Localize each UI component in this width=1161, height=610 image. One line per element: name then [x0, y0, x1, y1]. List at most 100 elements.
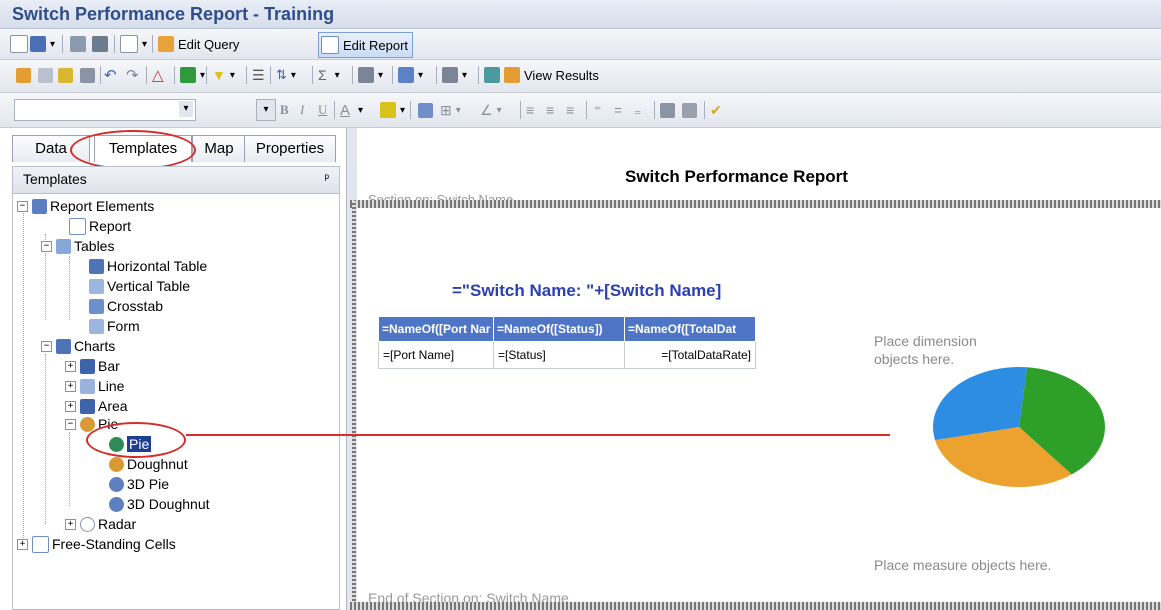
calculation-icon[interactable]: ▾ — [358, 64, 383, 86]
redo-icon[interactable]: ↷ — [126, 64, 139, 86]
pie-chart[interactable] — [930, 364, 1108, 490]
tree-node-report-elements[interactable]: − Report Elements — [17, 196, 154, 216]
tab-map[interactable]: Map — [192, 135, 246, 162]
tree-node-form[interactable]: Form — [89, 316, 140, 336]
expand-icon[interactable]: + — [65, 400, 76, 412]
new-document-icon[interactable] — [10, 33, 32, 55]
annotation-circle-pie — [86, 422, 186, 458]
tree-node-3d-pie[interactable]: 3D Pie — [109, 474, 169, 494]
formula-icon[interactable] — [38, 68, 53, 83]
table-header-total-data-rate[interactable]: =NameOf([TotalDat — [624, 316, 756, 342]
3d-doughnut-icon — [109, 496, 124, 512]
format-painter-icon[interactable] — [682, 103, 697, 118]
borders-icon[interactable] — [418, 103, 433, 118]
tab-properties[interactable]: Properties — [244, 135, 336, 162]
align-right-icon[interactable]: ≡ — [566, 99, 574, 121]
insert-table-icon[interactable]: ▾ — [398, 64, 423, 86]
clear-format-icon[interactable]: ✔ — [710, 99, 722, 121]
table-borders-icon[interactable]: ⊞ ▾ — [440, 99, 461, 121]
crosstab-icon — [89, 298, 104, 314]
font-name-dropdown[interactable]: ▾ — [14, 99, 196, 121]
tree-node-vertical-table[interactable]: Vertical Table — [89, 276, 190, 296]
edit-report-button[interactable]: Edit Report — [318, 32, 414, 58]
edit-query-button[interactable]: Edit Query — [158, 33, 239, 55]
expand-icon[interactable]: + — [65, 518, 76, 530]
break-icon[interactable]: ☰ — [252, 64, 265, 86]
switch-name-cell[interactable]: ="Switch Name: "+[Switch Name] — [452, 281, 721, 301]
dropdown-arrow-icon[interactable]: ▾ — [50, 33, 55, 55]
turn-to-icon[interactable]: ▾ — [442, 64, 467, 86]
merge-icon[interactable] — [80, 68, 95, 83]
table-cell-total-data-rate[interactable]: =[TotalDataRate] — [624, 341, 756, 369]
pin-icon[interactable]: ᵖ — [324, 171, 329, 185]
bold-button[interactable]: B — [280, 99, 289, 121]
collapse-icon[interactable]: − — [65, 418, 76, 430]
section-left-border[interactable] — [352, 201, 356, 605]
sum-icon[interactable]: Σ ▾ — [318, 64, 340, 86]
query-icon — [158, 36, 174, 52]
tree-node-charts[interactable]: − Charts — [41, 336, 115, 356]
horizontal-table[interactable]: =NameOf([Port Nar =NameOf([Status]) =Nam… — [378, 316, 756, 369]
find-icon[interactable] — [92, 33, 112, 55]
tree-node-bar[interactable]: + Bar — [65, 356, 120, 376]
tree-node-free-standing-cells[interactable]: + Free-Standing Cells — [17, 534, 176, 554]
tree-node-crosstab[interactable]: Crosstab — [89, 296, 163, 316]
tree-node-tables[interactable]: − Tables — [41, 236, 114, 256]
table-header-status[interactable]: =NameOf([Status]) — [493, 316, 625, 342]
print-icon[interactable] — [70, 33, 90, 55]
filter-icon[interactable]: ▼ ▾ — [212, 64, 235, 86]
variable-icon[interactable] — [58, 68, 73, 83]
tree-node-3d-doughnut[interactable]: 3D Doughnut — [109, 494, 210, 514]
tree-node-report[interactable]: Report — [69, 216, 131, 236]
underline-button[interactable]: U — [318, 99, 327, 121]
align-top-icon[interactable]: ⁼ — [594, 99, 601, 121]
tree-node-radar[interactable]: + Radar — [65, 514, 136, 534]
italic-button[interactable]: I — [300, 99, 304, 121]
collapse-icon[interactable]: − — [41, 340, 52, 352]
collapse-icon[interactable]: − — [17, 200, 28, 212]
ranking-icon[interactable]: ▾ — [180, 64, 205, 86]
font-color-button[interactable]: A — [340, 99, 350, 121]
table-header-port-name[interactable]: =NameOf([Port Nar — [378, 316, 494, 342]
dimension-drop-zone[interactable]: Place dimension objects here. — [874, 332, 994, 368]
chevron-down-icon: ▾ — [179, 101, 193, 117]
save-icon[interactable] — [30, 33, 50, 55]
align-bottom-icon[interactable]: ₌ — [634, 99, 641, 121]
tables-icon — [56, 238, 71, 254]
collapse-icon[interactable]: − — [41, 240, 52, 252]
charts-icon — [56, 338, 71, 354]
horizontal-table-icon — [89, 258, 104, 274]
tree-node-horizontal-table[interactable]: Horizontal Table — [89, 256, 207, 276]
expand-icon[interactable]: + — [65, 380, 76, 392]
expand-icon[interactable]: + — [65, 360, 76, 372]
fill-color-icon[interactable]: ▾ — [380, 99, 405, 121]
section-end-border[interactable] — [350, 602, 1161, 610]
line-style-icon[interactable]: ∠ ▾ — [480, 99, 502, 121]
standard-toolbar: ▾ ▾ Edit Query Edit Report — [0, 29, 1161, 60]
wrap-text-icon[interactable] — [660, 103, 675, 118]
section-start-border[interactable] — [350, 200, 1161, 208]
measure-drop-zone[interactable]: Place measure objects here. — [874, 556, 1051, 574]
alerter-icon[interactable]: △ — [152, 64, 164, 86]
tree-node-line[interactable]: + Line — [65, 376, 124, 396]
undo-icon[interactable]: ↶ — [104, 64, 117, 86]
table-cell-status[interactable]: =[Status] — [493, 341, 625, 369]
templates-panel-header: Templates ᵖ — [12, 166, 340, 194]
insert-cell-icon[interactable] — [16, 68, 31, 83]
vertical-table-icon — [89, 278, 104, 294]
annotation-arrow-line — [186, 434, 890, 436]
table-cell-port-name[interactable]: =[Port Name] — [378, 341, 494, 369]
tree-node-area[interactable]: + Area — [65, 396, 128, 416]
align-middle-icon[interactable]: = — [614, 99, 622, 121]
refresh-icon[interactable] — [484, 64, 504, 86]
font-size-dropdown[interactable]: ▾ — [256, 99, 276, 121]
expand-icon[interactable]: + — [17, 538, 28, 550]
view-results-button[interactable]: View Results — [504, 64, 599, 86]
window-title: Switch Performance Report - Training — [12, 4, 335, 24]
sort-icon[interactable]: ⇅ ▾ — [276, 64, 296, 86]
chevron-down-icon[interactable]: ▾ — [358, 99, 363, 121]
align-center-icon[interactable]: ≡ — [546, 99, 554, 121]
view-icon[interactable]: ▾ — [120, 33, 147, 55]
align-left-icon[interactable]: ≡ — [526, 99, 534, 121]
report-title[interactable]: Switch Performance Report — [625, 167, 848, 187]
